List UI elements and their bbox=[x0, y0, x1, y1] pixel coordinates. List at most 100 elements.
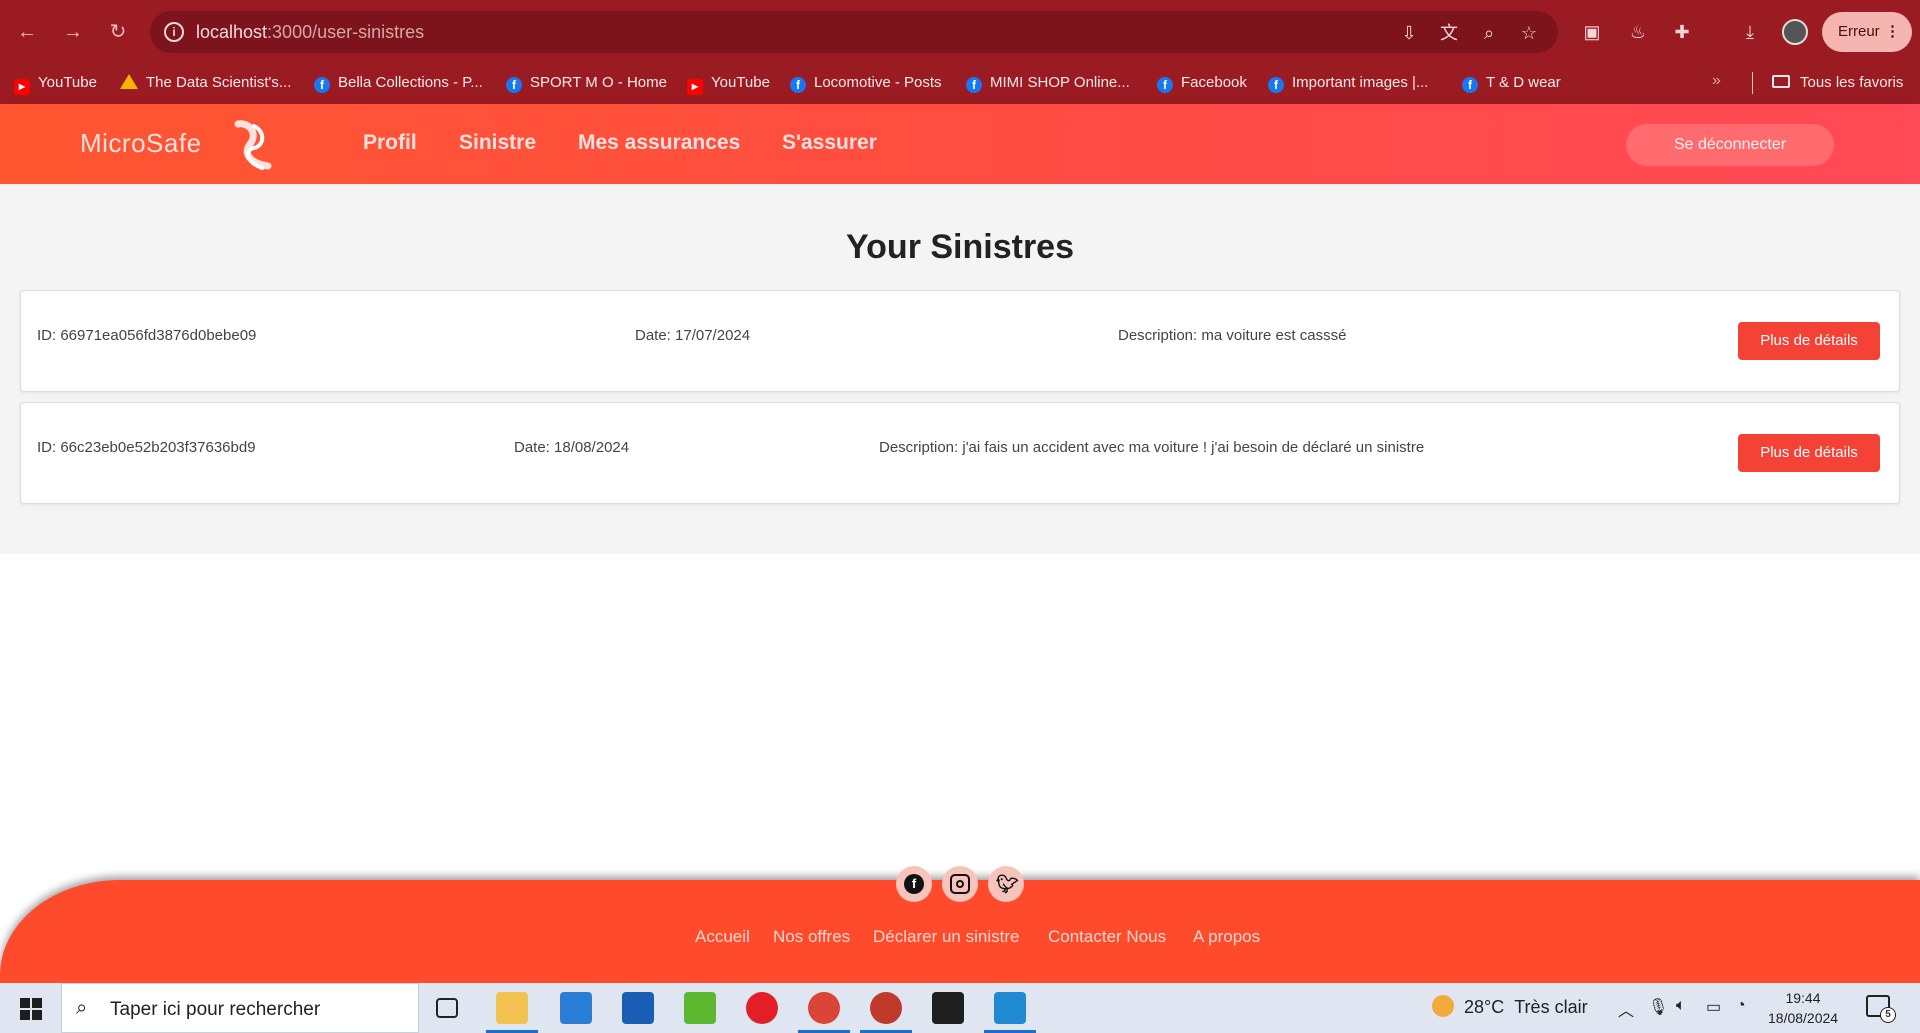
task-view-icon[interactable] bbox=[436, 998, 458, 1018]
footer-link-a-propos[interactable]: A propos bbox=[1193, 927, 1260, 947]
search-icon: ⌕ bbox=[76, 997, 88, 1019]
bookmark-item[interactable]: The Data Scientist's... bbox=[120, 72, 291, 94]
url-path: :3000/user-sinistres bbox=[267, 22, 425, 42]
facebook-link[interactable]: f bbox=[896, 866, 932, 902]
battery-icon[interactable]: ▭ bbox=[1706, 997, 1721, 1017]
address-bar[interactable]: i localhost:3000/user-sinistres ⇩ 文 ⌕ ☆ bbox=[150, 11, 1558, 53]
bookmark-label: MIMI SHOP Online... bbox=[990, 74, 1130, 91]
nav-mes-assurances[interactable]: Mes assurances bbox=[578, 131, 740, 155]
notification-icon[interactable]: 5 bbox=[1866, 995, 1896, 1023]
folder-icon bbox=[1772, 75, 1790, 88]
clock[interactable]: 19:44 18/08/2024 bbox=[1768, 988, 1838, 1028]
weather-widget[interactable]: 28°C Très clair bbox=[1432, 995, 1588, 1018]
opera-icon[interactable] bbox=[746, 992, 778, 1024]
menu-dots-icon[interactable]: ⋮ bbox=[1885, 12, 1900, 52]
logout-button[interactable]: Se déconnecter bbox=[1626, 124, 1834, 166]
bookmark-item[interactable]: ▶ YouTube bbox=[687, 72, 770, 95]
store-icon[interactable] bbox=[622, 992, 654, 1024]
twitter-icon: 🐦︎ bbox=[996, 874, 1019, 894]
search-placeholder: Taper ici pour rechercher bbox=[110, 999, 321, 1020]
weather-moon-icon bbox=[1432, 995, 1454, 1017]
zoom-icon[interactable]: ⌕ bbox=[1476, 20, 1502, 46]
instagram-icon bbox=[950, 874, 970, 894]
chrome-profile-icon[interactable] bbox=[870, 992, 902, 1024]
bookmark-star-icon[interactable]: ☆ bbox=[1516, 20, 1542, 46]
wifi-icon[interactable]: ◔ bbox=[1736, 997, 1746, 1015]
bookmark-label: Bella Collections - P... bbox=[338, 74, 483, 91]
microphone-icon[interactable]: 🎙︎ bbox=[1648, 997, 1668, 1017]
instagram-link[interactable] bbox=[942, 866, 978, 902]
bookmark-item[interactable]: f SPORT M O - Home bbox=[506, 72, 667, 94]
browser-toolbar: ← → ↻ i localhost:3000/user-sinistres ⇩ … bbox=[0, 0, 1920, 62]
clock-date: 18/08/2024 bbox=[1768, 1010, 1839, 1026]
file-explorer-icon[interactable] bbox=[496, 992, 528, 1024]
facebook-icon: f bbox=[506, 77, 522, 93]
facebook-icon: f bbox=[1462, 77, 1478, 93]
clock-time: 19:44 bbox=[1785, 990, 1821, 1006]
taskbar: ⌕ Taper ici pour rechercher 28°C Très cl… bbox=[0, 983, 1920, 1033]
bookmark-item[interactable]: f Important images |... bbox=[1268, 72, 1428, 94]
avatar[interactable] bbox=[1782, 19, 1808, 45]
download-manager-icon[interactable] bbox=[684, 992, 716, 1024]
extension-fire-icon[interactable]: ♨ bbox=[1624, 18, 1652, 46]
url-host: localhost bbox=[196, 22, 268, 42]
nav-sinistre[interactable]: Sinistre bbox=[459, 131, 536, 155]
drive-icon bbox=[120, 74, 138, 89]
nav-s-assurer[interactable]: S'assurer bbox=[782, 131, 877, 155]
facebook-icon: f bbox=[966, 77, 982, 93]
footer-link-accueil[interactable]: Accueil bbox=[695, 927, 750, 947]
footer-link-contact[interactable]: Contacter Nous bbox=[1048, 927, 1166, 947]
downloads-icon[interactable]: ⤓ bbox=[1736, 18, 1764, 46]
bookmark-item[interactable]: f Bella Collections - P... bbox=[314, 72, 483, 94]
chevron-up-icon[interactable]: ︿ bbox=[1618, 997, 1634, 1021]
app-header: MicroSafe Profil Sinistre Mes assurances… bbox=[0, 104, 1920, 184]
page-title: Your Sinistres bbox=[846, 228, 1074, 266]
bookmark-item[interactable]: f Locomotive - Posts bbox=[790, 72, 942, 94]
sinistre-card: ID: 66c23eb0e52b203f37636bd9 Date: 18/08… bbox=[20, 402, 1900, 504]
terminal-icon[interactable] bbox=[932, 992, 964, 1024]
sinistre-id: ID: 66c23eb0e52b203f37636bd9 bbox=[37, 439, 256, 456]
bookmark-label: The Data Scientist's... bbox=[146, 74, 292, 91]
bookmark-item[interactable]: f T & D wear bbox=[1462, 72, 1561, 94]
sinistre-description: Description: j'ai fais un accident avec … bbox=[879, 439, 1425, 456]
brand-name[interactable]: MicroSafe bbox=[80, 128, 202, 159]
chrome-icon[interactable] bbox=[808, 992, 840, 1024]
bookmark-item[interactable]: f Facebook bbox=[1157, 72, 1247, 94]
bookmark-item[interactable]: f MIMI SHOP Online... bbox=[966, 72, 1130, 94]
back-icon[interactable]: ← bbox=[12, 17, 42, 47]
all-bookmarks-label: Tous les favoris bbox=[1800, 74, 1904, 91]
footer-link-nos-offres[interactable]: Nos offres bbox=[773, 927, 850, 947]
windows-start-icon[interactable] bbox=[20, 998, 42, 1020]
weather-temp: 28°C bbox=[1464, 997, 1505, 1017]
pocket-icon[interactable]: ▣ bbox=[1578, 18, 1606, 46]
details-button[interactable]: Plus de détails bbox=[1738, 434, 1880, 472]
profile-error-chip[interactable]: Erreur ⋮ bbox=[1822, 12, 1912, 52]
bookmark-label: SPORT M O - Home bbox=[530, 74, 667, 91]
details-button[interactable]: Plus de détails bbox=[1738, 322, 1880, 360]
translate-icon[interactable]: 文 bbox=[1436, 20, 1462, 46]
bookmark-item[interactable]: ▶ YouTube bbox=[14, 72, 97, 95]
youtube-icon: ▶ bbox=[687, 79, 703, 95]
extensions-icon[interactable]: ✚ bbox=[1668, 18, 1696, 46]
site-info-icon[interactable]: i bbox=[164, 22, 184, 42]
sinistre-date: Date: 17/07/2024 bbox=[635, 327, 751, 344]
vscode-icon[interactable] bbox=[994, 992, 1026, 1024]
footer-link-declarer[interactable]: Déclarer un sinistre bbox=[873, 927, 1019, 947]
mail-icon[interactable] bbox=[560, 992, 592, 1024]
reload-icon[interactable]: ↻ bbox=[103, 17, 133, 47]
all-bookmarks-folder[interactable]: Tous les favoris bbox=[1772, 72, 1903, 94]
facebook-icon: f bbox=[314, 77, 330, 93]
forward-icon[interactable]: → bbox=[58, 17, 88, 47]
more-bookmarks-icon[interactable]: » bbox=[1712, 72, 1721, 90]
facebook-icon: f bbox=[1268, 77, 1284, 93]
profile-label: Erreur bbox=[1838, 23, 1880, 40]
brand-logo-icon bbox=[234, 120, 272, 170]
notification-count: 5 bbox=[1880, 1007, 1896, 1023]
nav-profil[interactable]: Profil bbox=[363, 131, 417, 155]
taskbar-search[interactable]: ⌕ Taper ici pour rechercher bbox=[61, 983, 419, 1033]
url-text[interactable]: localhost:3000/user-sinistres bbox=[196, 22, 424, 43]
install-app-icon[interactable]: ⇩ bbox=[1396, 20, 1422, 46]
volume-icon[interactable]: 🔈︎ bbox=[1676, 997, 1686, 1015]
facebook-icon: f bbox=[904, 874, 924, 894]
twitter-link[interactable]: 🐦︎ bbox=[988, 866, 1024, 902]
